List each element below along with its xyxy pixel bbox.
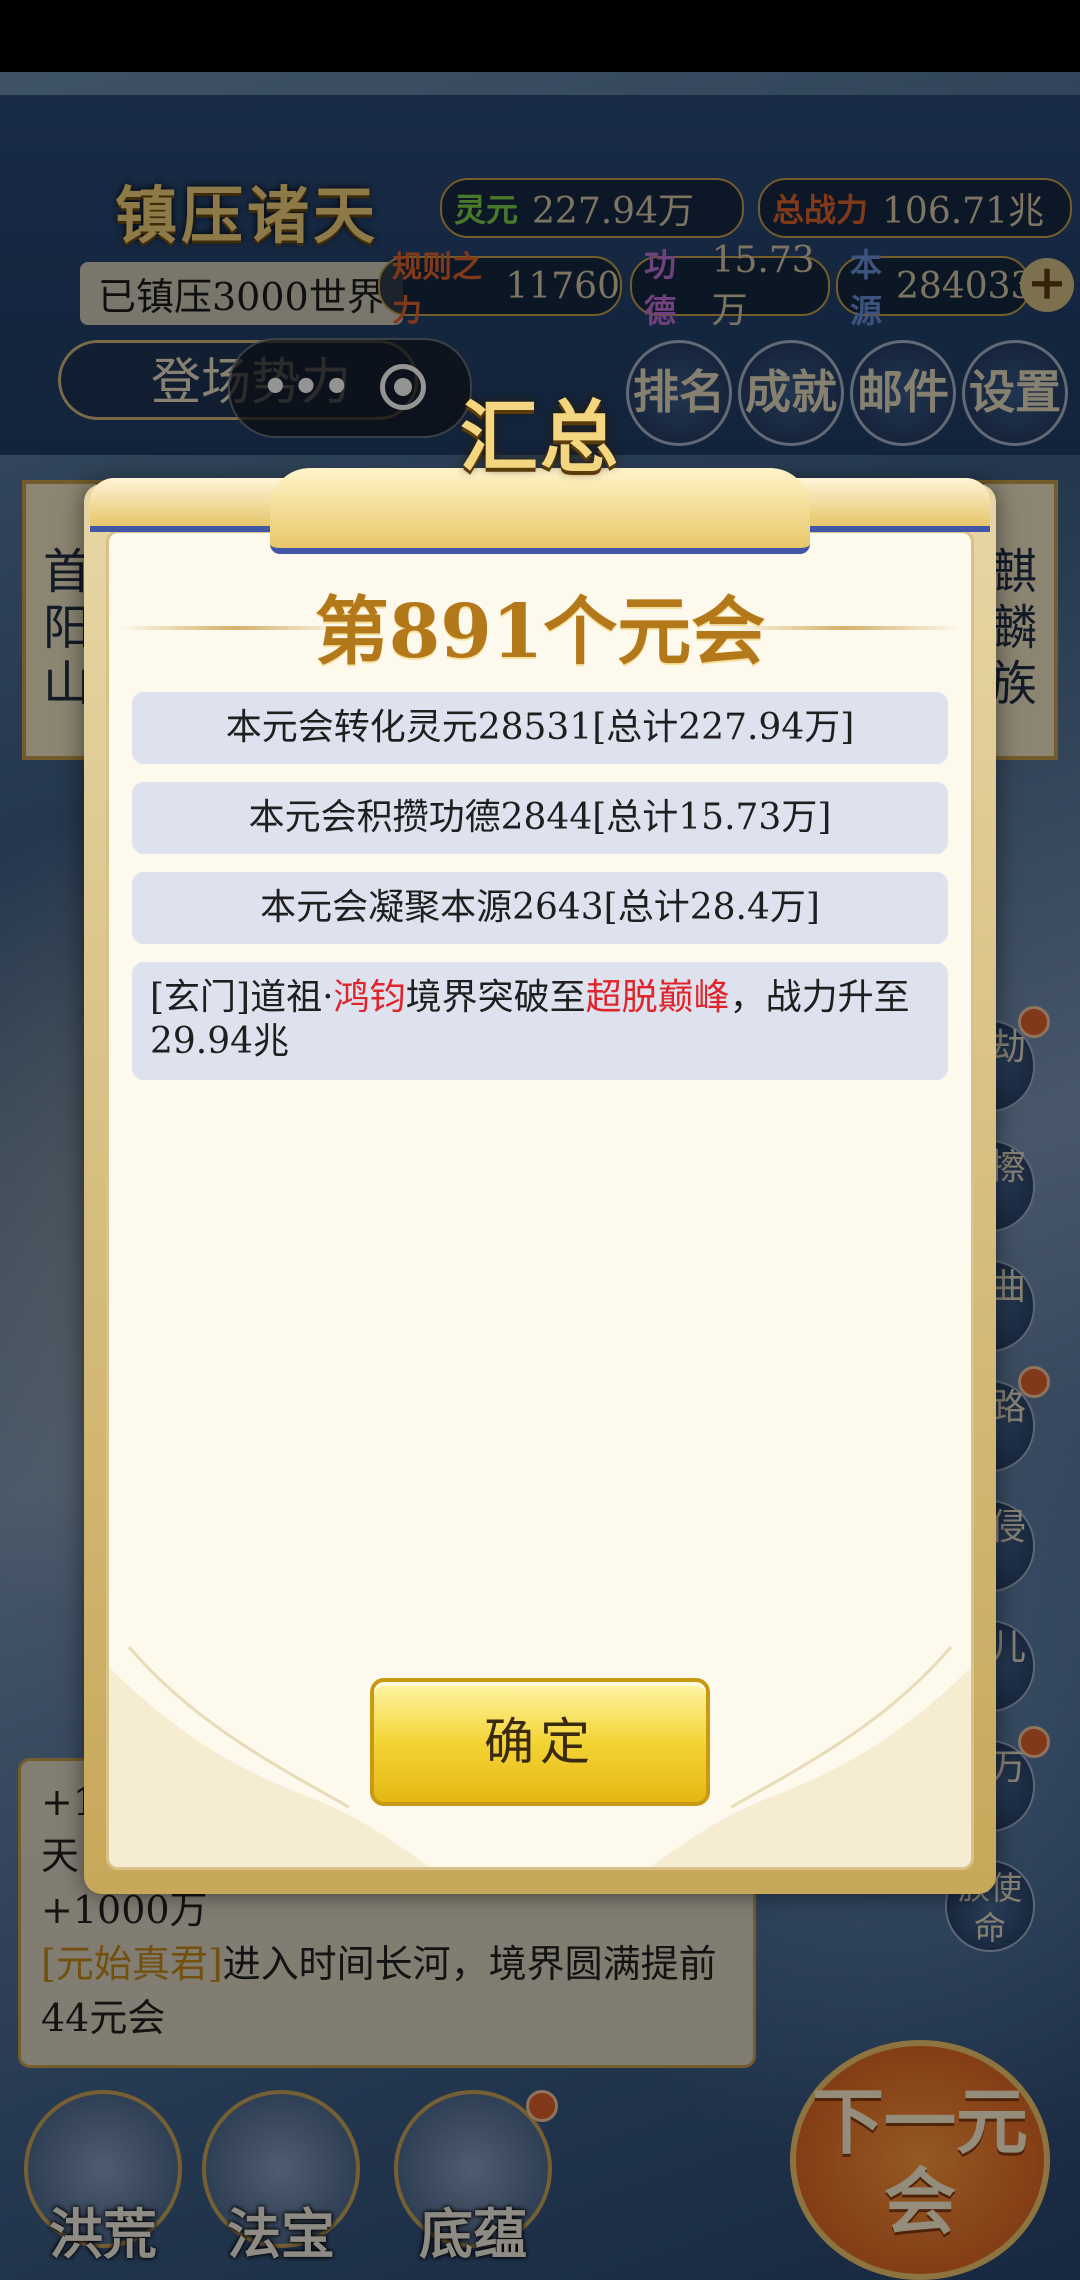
status-bar [0,0,1080,72]
banner-wing-right [790,478,990,532]
confirm-button[interactable]: 确定 [370,1678,710,1806]
event-name: 鸿钧 [333,977,406,1018]
summary-row-lingyuan: 本元会转化灵元28531[总计227.94万] [132,692,948,764]
event-realm: 超脱巅峰 [585,977,730,1018]
event-prefix: [玄门]道祖· [150,977,334,1018]
summary-row-origin: 本元会凝聚本源2643[总计28.4万] [132,872,948,944]
epoch-title: 第891个元会 [314,589,766,675]
summary-title: 汇总 [459,392,620,483]
summary-row-merit: 本元会积攒功德2844[总计15.73万] [132,782,948,854]
banner-wing-left [90,478,290,532]
summary-row-event: [玄门]道祖·鸿钧境界突破至超脱巅峰，战力升至29.94兆 [132,962,948,1080]
event-middle: 境界突破至 [405,977,586,1018]
